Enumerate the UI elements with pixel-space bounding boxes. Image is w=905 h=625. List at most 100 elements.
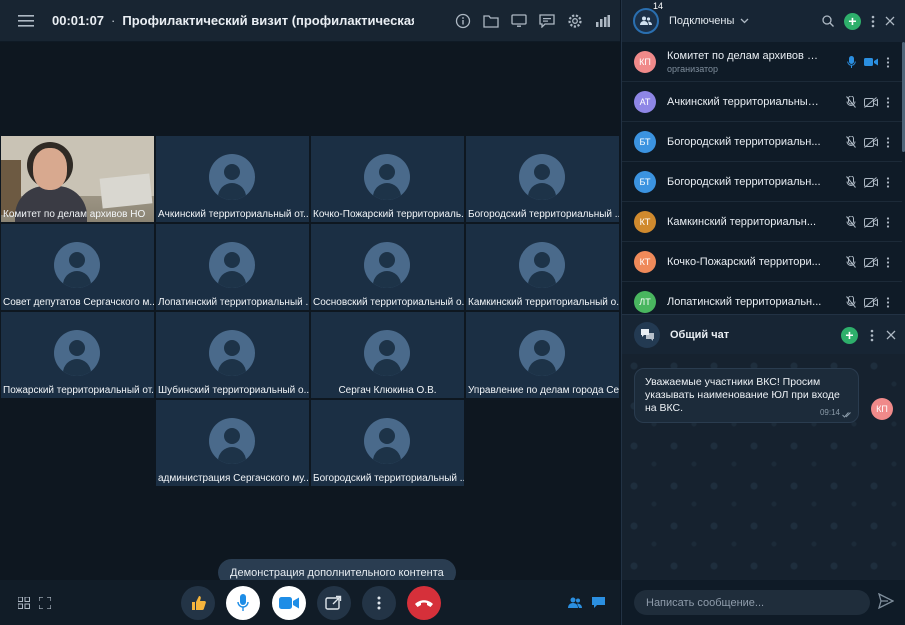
participant-actions: [846, 122, 890, 162]
participant-tile[interactable]: Богородский территориальный ...: [466, 136, 619, 222]
participant-row[interactable]: КТ Камкинский территориальн...: [622, 202, 902, 242]
participant-text: Ачкинский территориальный ...: [667, 96, 823, 108]
video-camera-off-icon[interactable]: [864, 216, 878, 228]
more-options-button[interactable]: [362, 586, 396, 620]
participant-avatar: АТ: [634, 90, 656, 113]
vertical-dots-icon[interactable]: [871, 15, 875, 28]
participants-list: КП Комитет по делам архивов НО организатор…: [622, 42, 902, 314]
add-chat-button[interactable]: +: [841, 326, 858, 344]
vertical-dots-icon[interactable]: [886, 56, 890, 68]
add-participant-button[interactable]: +: [844, 12, 861, 30]
video-camera-icon[interactable]: [864, 57, 878, 67]
share-content-button[interactable]: [317, 586, 351, 620]
phone-hangup-icon: [415, 600, 433, 607]
vertical-dots-icon[interactable]: [886, 176, 890, 188]
microphone-off-icon[interactable]: [846, 176, 856, 188]
video-camera-icon: [279, 597, 299, 609]
participant-tile[interactable]: Богородский территориальный ...: [311, 400, 464, 486]
video-camera-off-icon[interactable]: [864, 176, 878, 188]
participant-tile-name: Пожарский территориальный от...: [3, 385, 154, 396]
participant-tile[interactable]: Ачкинский территориальный от...: [156, 136, 309, 222]
participants-icon[interactable]: [567, 595, 583, 611]
grid-layout-icon[interactable]: [16, 595, 32, 611]
chat-input-bar: [622, 580, 905, 625]
chat-title: Общий чат: [670, 328, 730, 341]
screen-share-icon[interactable]: [510, 12, 528, 30]
vertical-dots-icon: [377, 596, 381, 610]
participants-count-badge[interactable]: 14: [633, 1, 663, 34]
double-check-icon: [842, 412, 851, 418]
vertical-dots-icon[interactable]: [886, 216, 890, 228]
video-camera-off-icon[interactable]: [864, 296, 878, 308]
avatar-placeholder-icon: [54, 330, 100, 376]
gear-icon[interactable]: [566, 12, 584, 30]
search-icon[interactable]: [822, 15, 834, 27]
chat-icon[interactable]: [590, 595, 606, 611]
participant-row[interactable]: КП Комитет по делам архивов НО организатор: [622, 42, 902, 82]
folder-icon[interactable]: [482, 12, 500, 30]
participant-tile-name: Ачкинский территориальный от...: [158, 209, 309, 220]
video-camera-off-icon[interactable]: [864, 256, 878, 268]
microphone-off-icon[interactable]: [846, 96, 856, 108]
chat-actions: +: [841, 315, 896, 355]
participant-tile[interactable]: Шубинский территориальный о...: [156, 312, 309, 398]
participant-text: Кочко-Пожарский территори...: [667, 256, 823, 268]
top-icons: [454, 0, 612, 42]
chevron-down-icon[interactable]: [740, 18, 749, 24]
raise-hand-button[interactable]: [181, 586, 215, 620]
participant-tile[interactable]: Кочко-Пожарский территориаль...: [311, 136, 464, 222]
vertical-dots-icon[interactable]: [870, 329, 874, 342]
participant-row[interactable]: БТ Богородский территориальн...: [622, 122, 902, 162]
participants-count: 14: [652, 1, 663, 11]
avatar-placeholder-icon: [209, 330, 255, 376]
menu-button[interactable]: [0, 0, 52, 42]
share-screen-icon: [325, 595, 342, 610]
participant-row[interactable]: ЛТ Лопатинский территориальн...: [622, 282, 902, 314]
participant-tile[interactable]: Комитет по делам архивов НО: [1, 136, 154, 222]
microphone-off-icon[interactable]: [846, 216, 856, 228]
avatar-placeholder-icon: [364, 418, 410, 464]
participant-tile[interactable]: Сергач Клюкина О.В.: [311, 312, 464, 398]
participant-tile[interactable]: Пожарский территориальный от...: [1, 312, 154, 398]
participant-row[interactable]: АТ Ачкинский территориальный ...: [622, 82, 902, 122]
participant-tile[interactable]: Лопатинский территориальный ...: [156, 224, 309, 310]
close-icon[interactable]: [886, 330, 896, 340]
microphone-off-icon[interactable]: [846, 256, 856, 268]
participant-row[interactable]: БТ Богородский территориальн...: [622, 162, 902, 202]
participant-tile-name: Совет депутатов Сергачского м...: [3, 297, 154, 308]
participant-tile-name: Комитет по делам архивов НО: [3, 209, 146, 220]
camera-button[interactable]: [272, 586, 306, 620]
hang-up-button[interactable]: [407, 586, 441, 620]
participant-tile[interactable]: администрация Сергачского му...: [156, 400, 309, 486]
vertical-dots-icon[interactable]: [886, 296, 890, 308]
participant-tile[interactable]: Сосновский территориальный о...: [311, 224, 464, 310]
participant-text: Камкинский территориальн...: [667, 216, 823, 228]
participant-tile-name: Кочко-Пожарский территориаль...: [313, 209, 464, 220]
meeting-title: Профилактический визит (профилактическая…: [122, 13, 415, 28]
fullscreen-icon[interactable]: [37, 595, 53, 611]
microphone-icon[interactable]: [847, 56, 856, 68]
participants-filter-label[interactable]: Подключены: [669, 15, 734, 27]
microphone-button[interactable]: [226, 586, 260, 620]
info-icon[interactable]: [454, 12, 472, 30]
participant-tile[interactable]: Совет депутатов Сергачского м...: [1, 224, 154, 310]
chat-bubble-icon[interactable]: [538, 12, 556, 30]
vertical-dots-icon[interactable]: [886, 136, 890, 148]
title-separator: ·: [111, 13, 116, 28]
microphone-off-icon[interactable]: [846, 296, 856, 308]
signal-bars-icon[interactable]: [594, 12, 612, 30]
video-camera-off-icon[interactable]: [864, 96, 878, 108]
video-camera-off-icon[interactable]: [864, 136, 878, 148]
close-icon[interactable]: [885, 16, 895, 26]
participant-tile[interactable]: Управление по делам города Се...: [466, 312, 619, 398]
participant-tile[interactable]: Камкинский территориальный о...: [466, 224, 619, 310]
send-icon[interactable]: [878, 593, 894, 609]
participant-row[interactable]: КТ Кочко-Пожарский территори...: [622, 242, 902, 282]
vertical-dots-icon[interactable]: [886, 256, 890, 268]
chat-message-input[interactable]: [634, 590, 870, 615]
participant-name: Богородский территориальн...: [667, 175, 821, 188]
chat-messages: Уважаемые участники ВКС! Просим указыват…: [622, 354, 905, 580]
bottom-bar: [0, 580, 620, 625]
microphone-off-icon[interactable]: [846, 136, 856, 148]
vertical-dots-icon[interactable]: [886, 96, 890, 108]
